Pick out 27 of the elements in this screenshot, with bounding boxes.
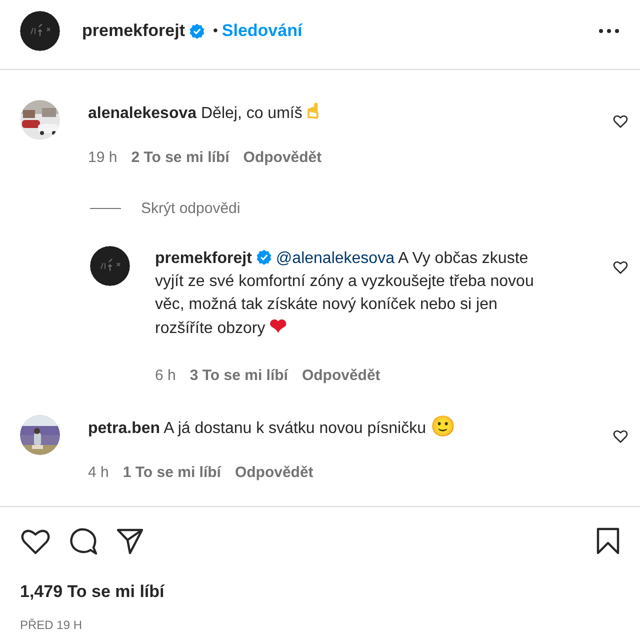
- reply-button[interactable]: Odpovědět: [302, 365, 380, 388]
- like-heart-icon[interactable]: [20, 527, 51, 555]
- reply-button[interactable]: Odpovědět: [243, 147, 322, 170]
- comment-bubble-icon[interactable]: [69, 527, 98, 555]
- bookmark-icon[interactable]: [596, 527, 620, 555]
- comment-text: premekforejt @alenalekesova A Vy občas zkuste vyjít ze své komfortní zóny a vyzkoušejte třeba novou věc, možná tak získáte nový koníček nebo si jen rozšíříte obzory ❤: [155, 248, 535, 340]
- likes-link[interactable]: 3 To se mi líbí: [190, 365, 288, 388]
- like-heart-icon[interactable]: [613, 428, 628, 444]
- like-heart-icon[interactable]: [613, 260, 628, 275]
- likes-link[interactable]: 2 To se mi líbí: [131, 147, 230, 170]
- reply-button[interactable]: Odpovědět: [234, 462, 314, 484]
- username[interactable]: premekforejt: [82, 18, 185, 44]
- like-heart-icon[interactable]: [613, 114, 628, 129]
- likes-link[interactable]: 1 To se mi líbí: [122, 462, 221, 484]
- post-date: PŘED 19 H: [19, 616, 84, 634]
- separator-dot: •: [212, 21, 218, 40]
- send-paper-plane-icon[interactable]: [116, 527, 144, 555]
- follow-button[interactable]: Sledování: [222, 18, 302, 44]
- comment-text: alenalekesova Dělej, co umíš ☝: [88, 101, 319, 125]
- comment-text: petra.ben A já dostanu k svátku novou písničku 🙂: [88, 416, 456, 440]
- comment-time: 19 h: [88, 148, 118, 168]
- mention-link[interactable]: @alenalekesova: [276, 250, 394, 267]
- likes-count[interactable]: 1,479 To se mi líbí: [0, 579, 640, 604]
- more-options-icon[interactable]: [598, 28, 620, 34]
- hide-replies-button[interactable]: Skrýt odpovědi: [141, 198, 240, 220]
- comment-time: 6 h: [155, 366, 176, 386]
- comment-time: 4 h: [88, 462, 109, 482]
